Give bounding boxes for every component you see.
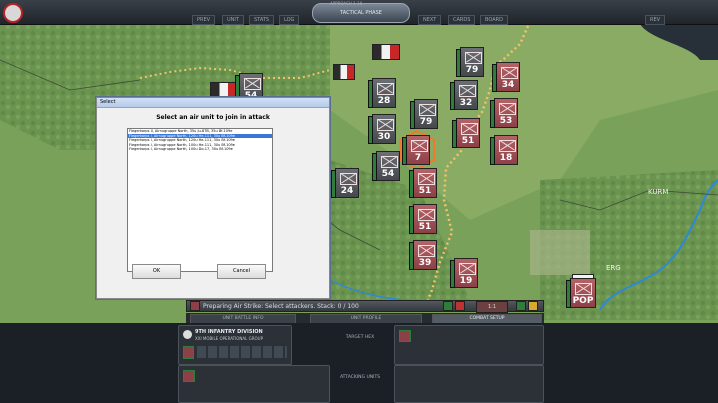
nation-flag-icon (372, 44, 400, 60)
soviet-unit-counter[interactable]: 34 (492, 62, 520, 92)
attacking-units-panel[interactable] (178, 365, 330, 403)
ok-button[interactable]: OK (132, 264, 181, 279)
status-text: Preparing Air Strike: Select attackers. … (203, 303, 359, 310)
unit-subtitle: XXI MOBILE OPERATIONAL GROUP (195, 336, 263, 341)
air-strike-icon (190, 301, 200, 311)
nation-flag-icon (333, 64, 355, 80)
dialog-prompt: Select an air unit to join in attack (156, 114, 270, 121)
soviet-unit-counter[interactable]: 19 (450, 258, 478, 288)
unit-counter-icon (183, 346, 194, 359)
german-unit-counter[interactable]: 54 (372, 151, 400, 181)
top-button-board[interactable]: BOARD (480, 15, 508, 25)
top-button-next[interactable]: NEXT (418, 15, 442, 25)
soviet-unit-counter[interactable]: 18 (490, 135, 518, 165)
target-unit-icon (399, 330, 411, 342)
top-button-unit[interactable]: UNIT (222, 15, 244, 25)
cancel-button[interactable]: Cancel (217, 264, 266, 279)
town-label: ERG (606, 264, 621, 272)
infantry-icon (183, 330, 192, 339)
unit-counter-icon (183, 370, 195, 382)
soviet-unit-counter[interactable]: 51 (409, 168, 437, 198)
soviet-unit-counter[interactable]: 51 (452, 118, 480, 148)
attacking-units-label: ATTACKING UNITS (339, 375, 381, 380)
top-button-cards[interactable]: CARDS (448, 15, 476, 25)
target-hex-panel[interactable] (394, 325, 544, 365)
settings-icon[interactable] (528, 301, 538, 311)
phase-indicator[interactable]: TACTICAL PHASE (312, 3, 410, 23)
defending-units-panel[interactable] (394, 365, 544, 403)
soviet-unit-counter[interactable]: 7 (402, 135, 430, 165)
german-unit-counter[interactable]: 79 (410, 99, 438, 129)
confirm-icon[interactable] (443, 301, 453, 311)
german-unit-counter[interactable]: 32 (450, 80, 478, 110)
german-unit-counter[interactable]: 28 (368, 78, 396, 108)
phase-label: TACTICAL PHASE (340, 10, 382, 16)
attack-icon[interactable] (516, 301, 526, 311)
german-unit-counter[interactable]: 30 (368, 114, 396, 144)
air-unit-list[interactable]: Flegerkorps II, Airnugruppe North, 35u J… (127, 128, 273, 272)
bottom-panel: 9TH INFANTRY DIVISION XXI MOBILE OPERATI… (0, 323, 718, 403)
soviet-unit-counter[interactable]: 53 (490, 98, 518, 128)
target-hex-label: TARGET HEX (345, 335, 375, 340)
top-bar: PREV UNIT STATS LOG TACTICAL PHASE APPRO… (0, 0, 718, 25)
unit-stats-icons (197, 346, 287, 358)
top-button-prev[interactable]: PREV (192, 15, 216, 25)
turn-label: APPROACH 1-10 (330, 1, 363, 6)
air-unit-list-item[interactable]: Flegerkorps I, Airnugruppe North, 100u D… (128, 147, 272, 152)
town-label: KURM (648, 188, 668, 196)
top-button-stats[interactable]: STATS (249, 15, 275, 25)
soviet-unit-counter[interactable]: 51 (409, 204, 437, 234)
german-unit-counter[interactable]: 79 (456, 47, 484, 77)
unit-card[interactable]: 9TH INFANTRY DIVISION XXI MOBILE OPERATI… (178, 325, 292, 365)
german-unit-counter[interactable]: 24 (331, 168, 359, 198)
cancel-icon[interactable] (455, 301, 465, 311)
soviet-unit-counter[interactable]: POP (566, 278, 596, 308)
dialog-title: Select (97, 98, 329, 108)
unit-name: 9TH INFANTRY DIVISION (195, 329, 263, 335)
top-button-rev[interactable]: REV (645, 15, 666, 25)
info-tabs: UNIT BATTLE INFO UNIT PROFILE COMBAT SET… (186, 313, 544, 324)
nation-flag-icon (210, 82, 238, 98)
game-logo-icon (3, 3, 23, 23)
top-button-log[interactable]: LOG (279, 15, 300, 25)
soviet-unit-counter[interactable]: 39 (409, 240, 437, 270)
select-air-unit-dialog: Select Select an air unit to join in att… (96, 97, 330, 299)
odds-display: 1:1 (476, 301, 508, 313)
